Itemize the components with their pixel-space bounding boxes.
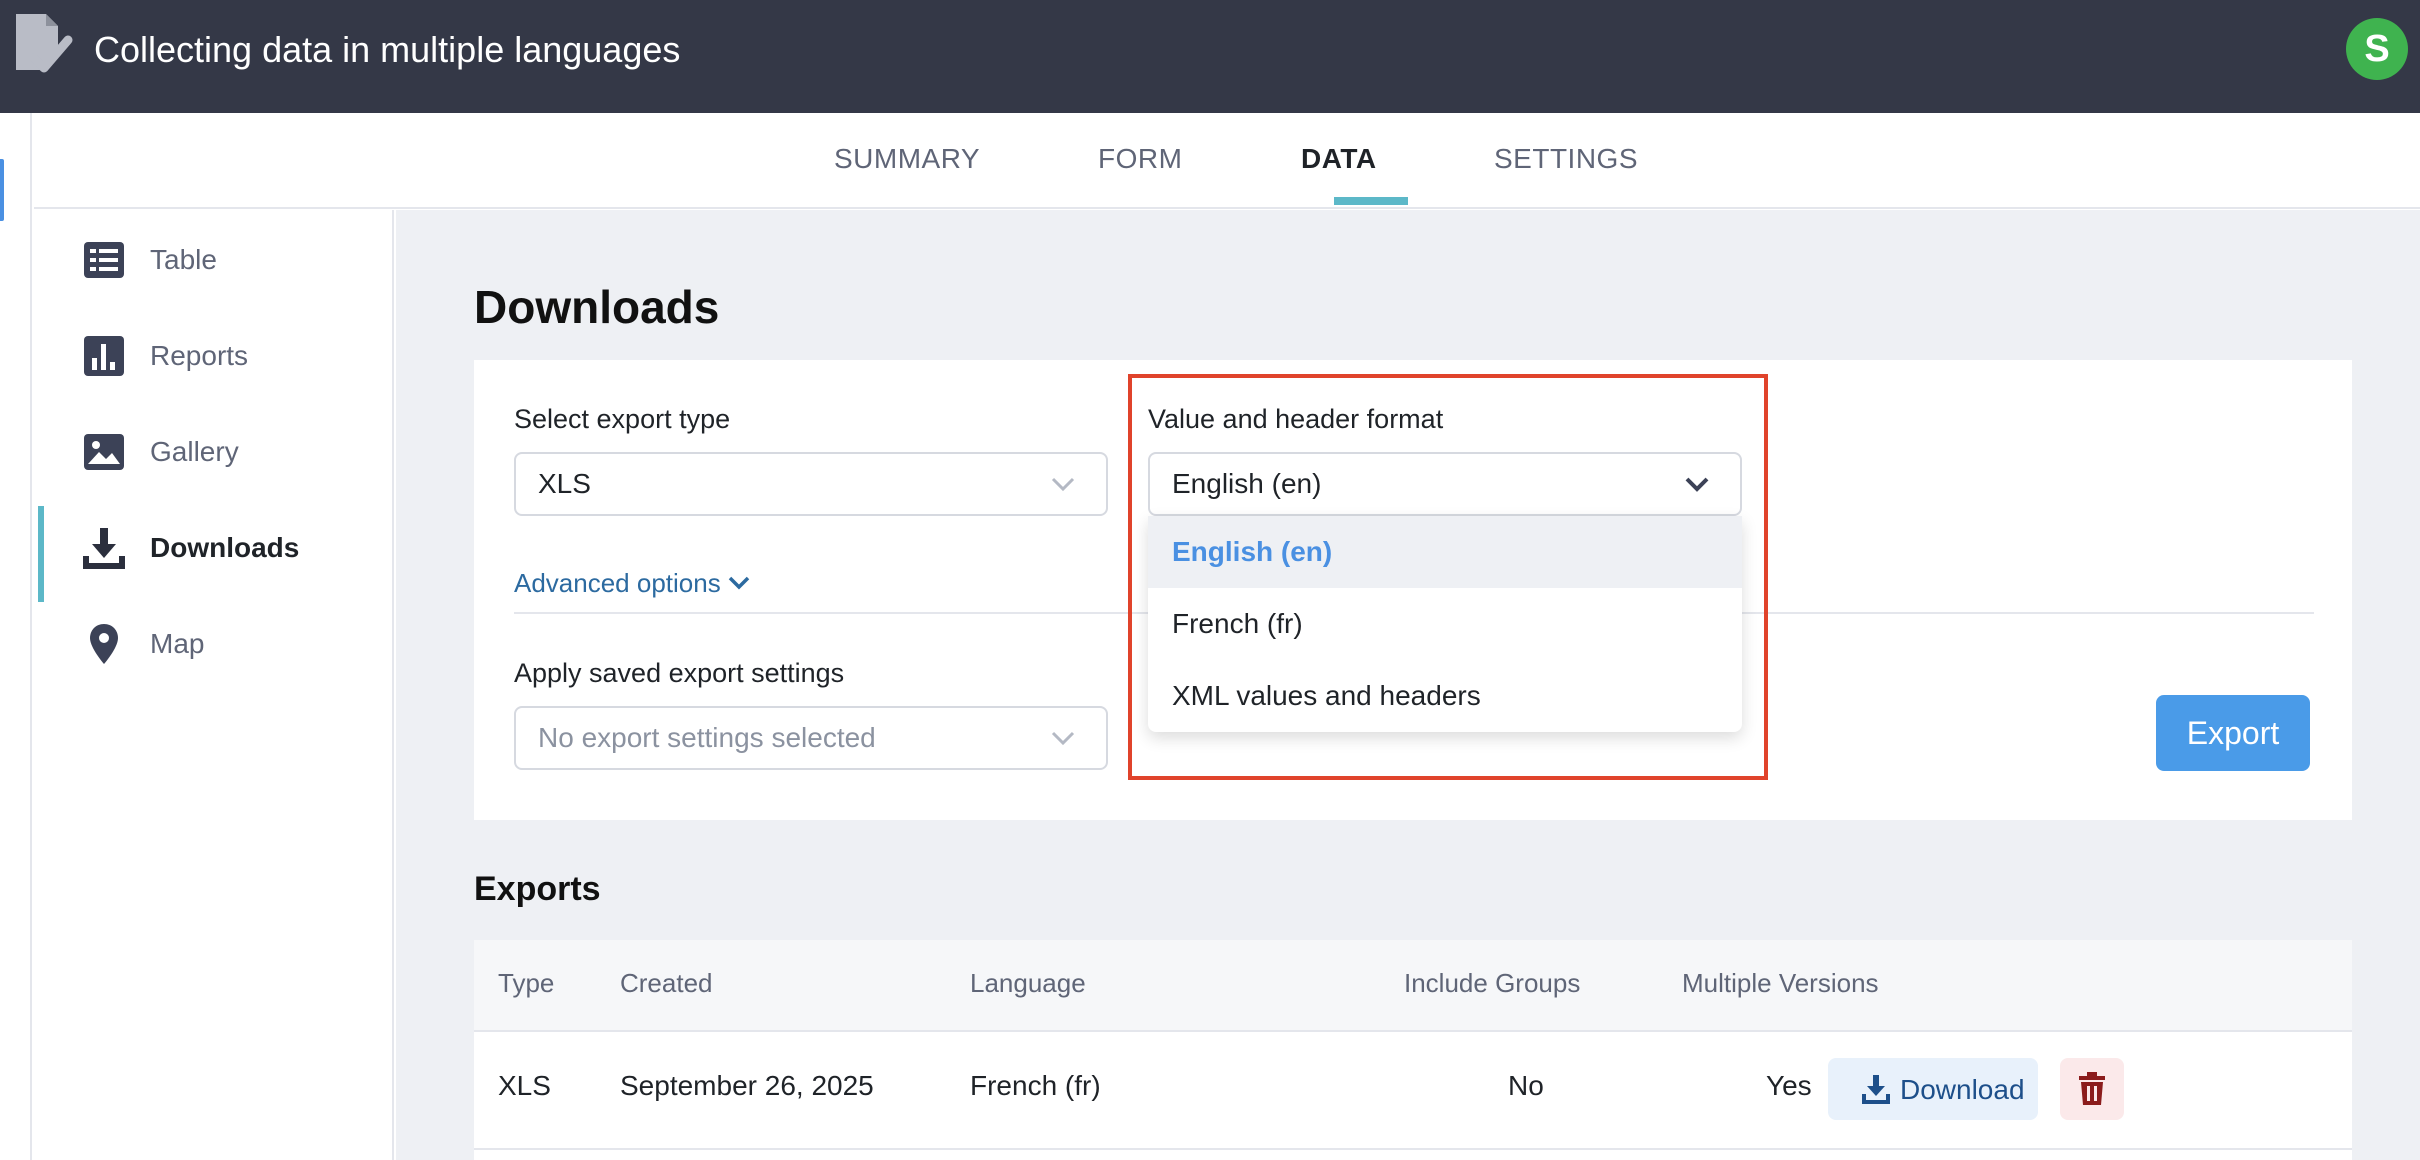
page-title: Downloads xyxy=(474,281,720,333)
sidebar-item-label: Gallery xyxy=(150,436,239,467)
form-checkmark-icon[interactable] xyxy=(12,10,74,82)
avatar[interactable]: S xyxy=(2346,18,2408,80)
download-label: Download xyxy=(1900,1074,2025,1105)
delete-button[interactable] xyxy=(2060,1058,2124,1120)
map-pin-icon xyxy=(90,624,118,664)
column-header-created: Created xyxy=(620,968,713,998)
format-dropdown-menu: English (en) French (fr) XML values and … xyxy=(1148,516,1742,732)
table-icon xyxy=(84,242,124,278)
chevron-down-icon xyxy=(1051,477,1075,492)
saved-settings-label: Apply saved export settings xyxy=(514,658,845,688)
sidebar-item-downloads[interactable]: Downloads xyxy=(34,506,392,602)
app-title: Collecting data in multiple languages xyxy=(94,29,681,70)
chevron-down-icon xyxy=(1051,731,1075,746)
tab-bar: SUMMARY FORM DATA SETTINGS xyxy=(34,113,2420,209)
dropdown-option-xml[interactable]: XML values and headers xyxy=(1148,660,1742,732)
top-bar: Collecting data in multiple languages S xyxy=(0,0,2420,113)
download-icon xyxy=(83,528,125,569)
sidebar-item-label: Map xyxy=(150,628,205,659)
tab-form[interactable]: FORM xyxy=(1098,143,1182,175)
sidebar-item-label: Downloads xyxy=(150,532,300,563)
tab-summary[interactable]: SUMMARY xyxy=(834,143,980,175)
dropdown-option-english[interactable]: English (en) xyxy=(1148,516,1742,588)
tab-settings[interactable]: SETTINGS xyxy=(1494,143,1638,175)
sidebar-item-reports[interactable]: Reports xyxy=(34,314,392,394)
format-select[interactable]: English (en) xyxy=(1148,452,1742,516)
column-header-language: Language xyxy=(970,968,1086,998)
tab-data[interactable]: DATA xyxy=(1301,143,1377,175)
option-label: French (fr) xyxy=(1172,608,1303,639)
exports-title: Exports xyxy=(474,870,601,908)
option-label: English (en) xyxy=(1172,536,1333,567)
advanced-options-link[interactable]: Advanced options xyxy=(514,568,721,599)
chevron-down-icon xyxy=(1685,477,1709,492)
cell-include-groups: No xyxy=(1508,1070,1544,1101)
sidebar-item-map[interactable]: Map xyxy=(34,602,392,682)
cell-created: September 26, 2025 xyxy=(620,1070,874,1101)
sidebar-item-gallery[interactable]: Gallery xyxy=(34,410,392,490)
column-header-type: Type xyxy=(498,968,555,998)
sidebar-item-table[interactable]: Table xyxy=(34,218,392,298)
divider xyxy=(474,1148,2352,1150)
saved-settings-select[interactable]: No export settings selected xyxy=(514,706,1108,770)
left-rail xyxy=(0,113,32,1160)
cell-type: XLS xyxy=(498,1070,551,1101)
bar-chart-icon xyxy=(84,336,124,376)
export-button[interactable]: Export xyxy=(2156,695,2310,771)
export-type-value: XLS xyxy=(538,468,591,499)
rail-indicator xyxy=(0,159,4,221)
format-label: Value and header format xyxy=(1148,404,1444,434)
sidebar: Table Reports Gallery Downloads Map xyxy=(34,210,394,1160)
column-header-include-groups: Include Groups xyxy=(1404,968,1581,998)
chevron-down-icon[interactable] xyxy=(727,574,751,592)
saved-settings-placeholder: No export settings selected xyxy=(538,722,876,753)
exports-table: Type Created Language Include Groups Mul… xyxy=(474,940,2352,1160)
format-value: English (en) xyxy=(1172,468,1322,499)
option-label: XML values and headers xyxy=(1172,680,1481,711)
active-tab-underline xyxy=(1334,197,1408,205)
sidebar-item-label: Table xyxy=(150,244,217,275)
image-icon xyxy=(84,434,124,470)
sidebar-item-label: Reports xyxy=(150,340,249,371)
trash-icon xyxy=(2079,1072,2105,1105)
column-header-multiple-versions: Multiple Versions xyxy=(1682,968,1879,998)
table-header: Type Created Language Include Groups Mul… xyxy=(474,940,2352,1032)
dropdown-option-french[interactable]: French (fr) xyxy=(1148,588,1742,660)
download-icon xyxy=(1862,1075,1890,1104)
cell-multiple-versions: Yes xyxy=(1766,1070,1812,1101)
export-type-select[interactable]: XLS xyxy=(514,452,1108,516)
active-indicator xyxy=(38,506,44,602)
cell-language: French (fr) xyxy=(970,1070,1101,1101)
export-type-label: Select export type xyxy=(514,404,731,434)
download-button[interactable]: Download xyxy=(1828,1058,2038,1120)
